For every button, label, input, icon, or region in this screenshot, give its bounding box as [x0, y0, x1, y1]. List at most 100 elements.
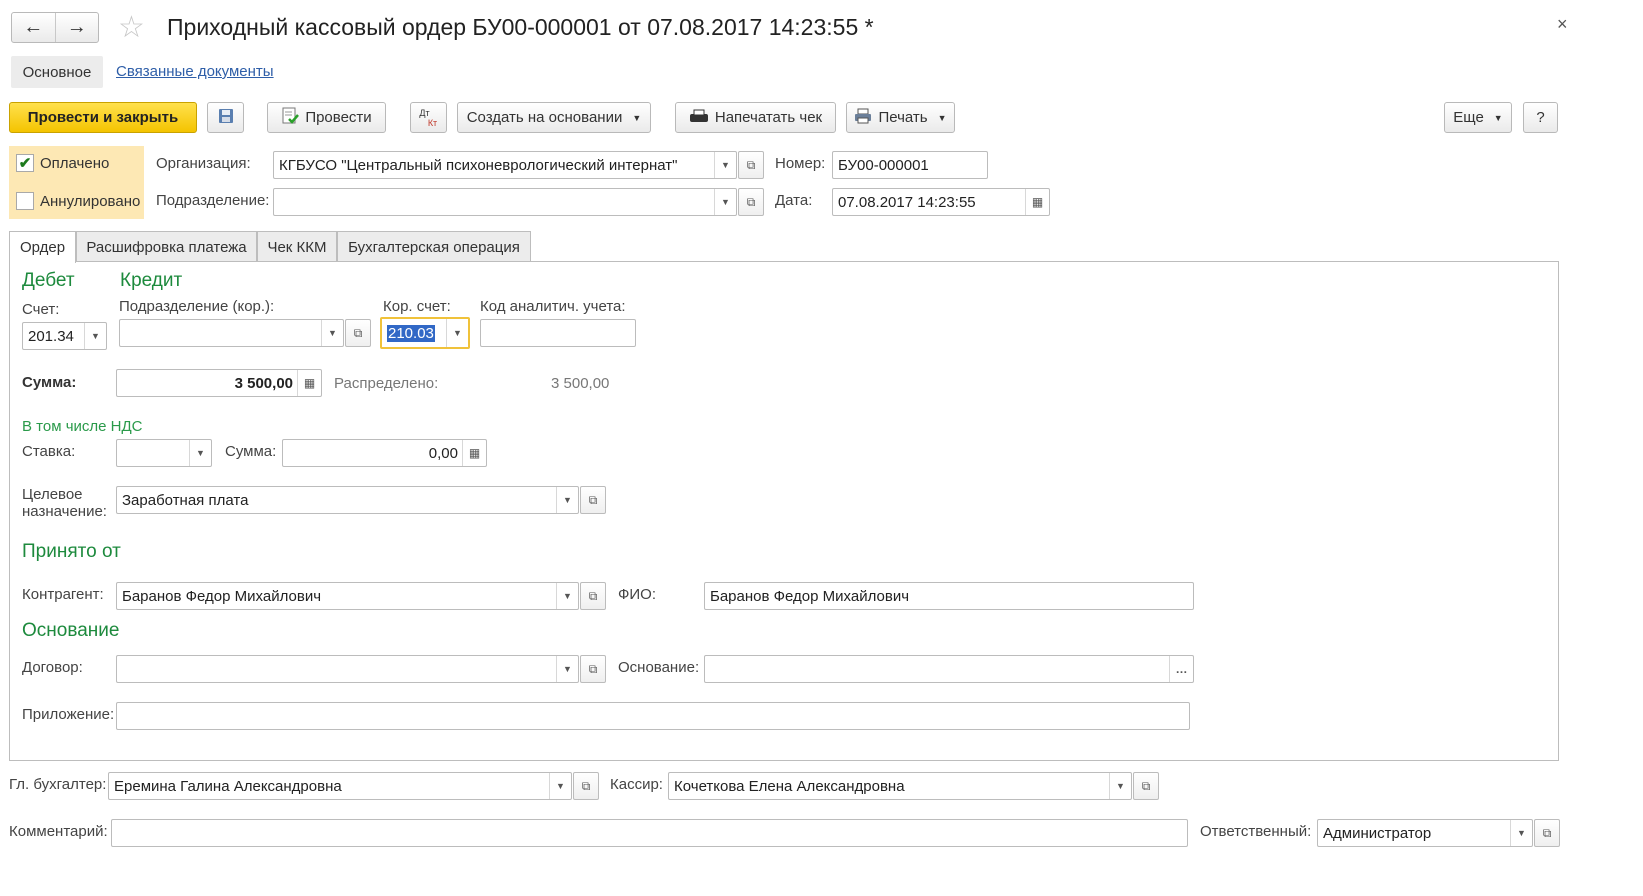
- dept-open-button[interactable]: ⧉: [738, 188, 764, 216]
- rate-field[interactable]: ▼: [116, 439, 212, 467]
- print-button[interactable]: Печать ▼: [846, 102, 955, 133]
- rate-label: Ставка:: [22, 443, 76, 460]
- chevron-down-icon[interactable]: ▼: [714, 152, 736, 178]
- received-from-title: Принято от: [22, 541, 121, 562]
- purpose-field[interactable]: Заработная плата ▼: [116, 486, 579, 514]
- chevron-down-icon[interactable]: ▼: [714, 189, 736, 215]
- chevron-down-icon[interactable]: ▼: [189, 440, 211, 466]
- post-button[interactable]: Провести: [267, 102, 386, 133]
- chevron-down-icon[interactable]: ▼: [321, 320, 343, 346]
- basis-field[interactable]: …: [704, 655, 1194, 683]
- open-icon: ⧉: [1141, 778, 1151, 793]
- chevron-down-icon[interactable]: ▼: [446, 319, 468, 347]
- open-icon: ⧉: [1542, 825, 1552, 840]
- vat-sum-field[interactable]: 0,00 ▦: [282, 439, 487, 467]
- account-field[interactable]: 201.34 ▼: [22, 322, 107, 350]
- paid-checkbox[interactable]: ✔ Оплачено: [16, 154, 109, 172]
- org-value: КГБУСО "Центральный психоневрологический…: [279, 156, 678, 174]
- close-icon[interactable]: ×: [1557, 14, 1568, 35]
- dt-kt-button[interactable]: Дт Кт: [410, 102, 447, 133]
- chevron-down-icon[interactable]: ▼: [556, 487, 578, 513]
- comment-field[interactable]: [111, 819, 1188, 847]
- attachment-field[interactable]: [116, 702, 1190, 730]
- favorite-star-icon[interactable]: ☆: [118, 10, 145, 45]
- open-icon: ⧉: [746, 194, 756, 209]
- print-receipt-button[interactable]: Напечатать чек: [675, 102, 836, 133]
- chevron-down-icon[interactable]: ▼: [1109, 773, 1131, 799]
- help-button[interactable]: ?: [1523, 102, 1558, 133]
- distributed-label: Распределено:: [334, 375, 439, 392]
- tab-accounting-operation[interactable]: Бухгалтерская операция: [337, 231, 531, 262]
- forward-icon[interactable]: →: [56, 13, 99, 42]
- paid-label: Оплачено: [40, 154, 110, 172]
- checkbox-empty-icon: [16, 192, 34, 210]
- basis-label: Основание:: [618, 659, 700, 676]
- create-based-on-button[interactable]: Создать на основании ▼: [457, 102, 651, 133]
- tab-order[interactable]: Ордер: [9, 231, 76, 263]
- print-receipt-label: Напечатать чек: [714, 109, 823, 126]
- dept-cor-field[interactable]: ▼: [119, 319, 344, 347]
- post-and-close-label: Провести и закрыть: [27, 109, 179, 126]
- purpose-open-button[interactable]: ⧉: [580, 486, 606, 514]
- open-icon: ⧉: [588, 588, 598, 603]
- contract-field[interactable]: ▼: [116, 655, 579, 683]
- sum-field[interactable]: 3 500,00 ▦: [116, 369, 322, 397]
- cashier-open-button[interactable]: ⧉: [1133, 772, 1159, 800]
- chevron-down-icon[interactable]: ▼: [84, 323, 106, 349]
- dept-cor-open-button[interactable]: ⧉: [345, 319, 371, 347]
- window-title: Приходный кассовый ордер БУ00-000001 от …: [167, 14, 874, 40]
- post-icon: [281, 107, 300, 129]
- chief-accountant-open-button[interactable]: ⧉: [573, 772, 599, 800]
- receipt-printer-icon: [689, 108, 709, 128]
- cor-account-label: Кор. счет:: [383, 298, 451, 315]
- save-button[interactable]: [207, 102, 244, 133]
- chevron-down-icon[interactable]: ▼: [1510, 820, 1532, 846]
- nav-tab-related-docs[interactable]: Связанные документы: [116, 63, 274, 80]
- org-open-button[interactable]: ⧉: [738, 151, 764, 179]
- more-label: Еще: [1453, 109, 1484, 126]
- date-value: 07.08.2017 14:23:55: [838, 193, 976, 211]
- date-label: Дата:: [775, 192, 813, 209]
- number-field[interactable]: БУ00-000001: [832, 151, 988, 179]
- chevron-down-icon[interactable]: ▼: [556, 656, 578, 682]
- ellipsis-icon[interactable]: …: [1169, 656, 1193, 682]
- post-and-close-button[interactable]: Провести и закрыть: [9, 102, 197, 133]
- annulled-checkbox[interactable]: Аннулировано: [16, 192, 140, 210]
- analytic-field[interactable]: [480, 319, 636, 347]
- calculator-icon[interactable]: ▦: [462, 440, 486, 466]
- cashier-label: Кассир:: [610, 776, 663, 793]
- chief-accountant-value: Еремина Галина Александровна: [114, 777, 342, 795]
- contract-open-button[interactable]: ⧉: [580, 655, 606, 683]
- chevron-down-icon[interactable]: ▼: [549, 773, 571, 799]
- tab-payment-breakdown[interactable]: Расшифровка платежа: [76, 231, 257, 262]
- chevron-down-icon: ▼: [1493, 112, 1503, 123]
- cor-account-field[interactable]: 210.03 ▼: [380, 317, 470, 349]
- chevron-down-icon[interactable]: ▼: [556, 583, 578, 609]
- org-field[interactable]: КГБУСО "Центральный психоневрологический…: [273, 151, 737, 179]
- dept-field[interactable]: ▼: [273, 188, 737, 216]
- tab-kkm-receipt[interactable]: Чек ККМ: [257, 231, 337, 262]
- open-icon: ⧉: [353, 325, 363, 340]
- back-icon[interactable]: ←: [12, 13, 56, 42]
- counterparty-field[interactable]: Баранов Федор Михайлович ▼: [116, 582, 579, 610]
- sum-label: Сумма:: [22, 374, 77, 391]
- date-field[interactable]: 07.08.2017 14:23:55 ▦: [832, 188, 1050, 216]
- nav-tab-main-label: Основное: [22, 63, 92, 81]
- chevron-down-icon: ▼: [937, 112, 947, 123]
- calculator-icon[interactable]: ▦: [297, 370, 321, 396]
- responsible-field[interactable]: Администратор ▼: [1317, 819, 1533, 847]
- more-button[interactable]: Еще ▼: [1444, 102, 1512, 133]
- tab-order-label: Ордер: [19, 239, 66, 256]
- fio-field[interactable]: Баранов Федор Михайлович: [704, 582, 1194, 610]
- attachment-label: Приложение:: [22, 706, 115, 723]
- debit-title: Дебет: [22, 270, 75, 291]
- calendar-icon[interactable]: ▦: [1025, 189, 1049, 215]
- number-value: БУ00-000001: [838, 156, 929, 174]
- chief-accountant-field[interactable]: Еремина Галина Александровна ▼: [108, 772, 572, 800]
- nav-tab-main[interactable]: Основное: [11, 56, 103, 88]
- responsible-label: Ответственный:: [1200, 823, 1312, 840]
- dt-kt-bottom: Кт: [427, 117, 438, 128]
- responsible-open-button[interactable]: ⧉: [1534, 819, 1560, 847]
- counterparty-open-button[interactable]: ⧉: [580, 582, 606, 610]
- cashier-field[interactable]: Кочеткова Елена Александровна ▼: [668, 772, 1132, 800]
